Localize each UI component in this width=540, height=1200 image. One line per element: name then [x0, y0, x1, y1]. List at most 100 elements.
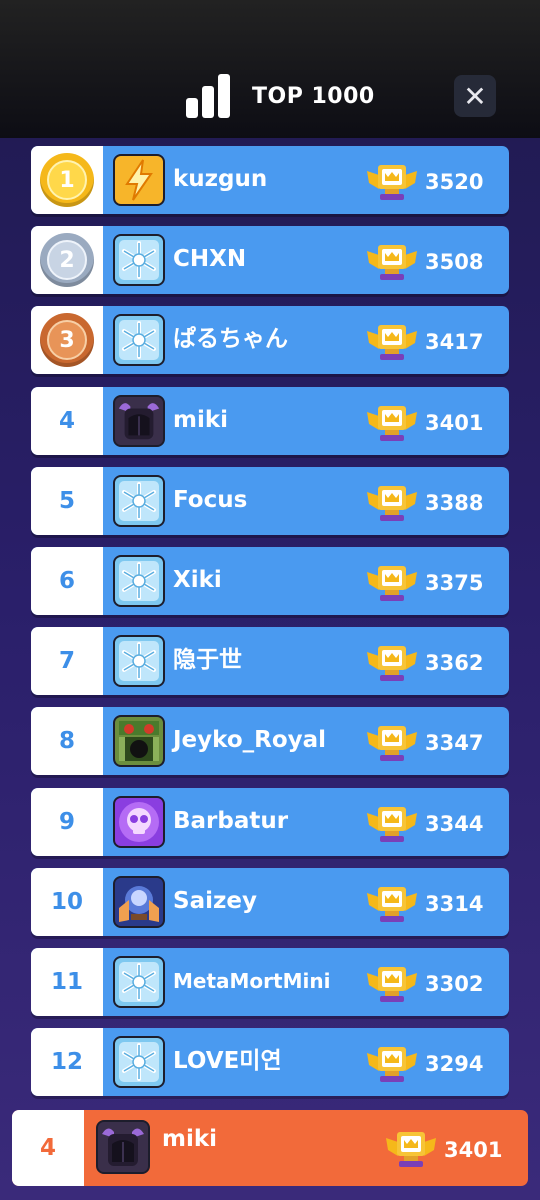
rank-number: 11: [50, 968, 83, 995]
trophy-icon: [367, 325, 417, 361]
dark-creature-icon: [96, 1120, 150, 1174]
leaderboard-row[interactable]: 7 隐于世 3362: [31, 627, 509, 696]
rank-number: 9: [58, 808, 75, 835]
purple-skull-icon: [113, 795, 165, 848]
snowflake-icon: [113, 635, 165, 688]
medal-rank: 3: [47, 320, 87, 361]
dark-creature-icon: [113, 394, 165, 447]
player-name: Jeyko_Royal: [173, 727, 327, 754]
trophy-icon: [367, 646, 417, 682]
leaderboard-list: 1 kuzgun 3520 2 CHXN 3508 3 ぱるちゃん 3417 4…: [31, 146, 509, 1108]
player-name: miki: [173, 406, 229, 433]
rank-box: 2: [31, 226, 103, 295]
trophy-score: 3347: [425, 731, 484, 756]
leaderboard-row[interactable]: 6 Xiki 3375: [31, 546, 509, 615]
page-title: TOP 1000: [252, 83, 375, 109]
trophy-score: 3401: [425, 410, 484, 435]
trophy-icon: [367, 726, 417, 762]
trophy-score: 3314: [425, 891, 484, 916]
player-score: 3401: [444, 1138, 503, 1162]
leaderboard-row[interactable]: 10 Saizey 3314: [31, 867, 509, 936]
rank-box: 6: [31, 546, 103, 615]
title-group: TOP 1000: [186, 72, 375, 120]
leaderboard-row[interactable]: 8 Jeyko_Royal 3347: [31, 707, 509, 776]
trophy-icon: [367, 405, 417, 441]
silver-medal-icon: 2: [40, 233, 94, 288]
close-icon: ✕: [463, 79, 487, 113]
player-name: CHXN: [173, 246, 247, 273]
player-name: kuzgun: [173, 166, 268, 192]
trophy-icon: [386, 1132, 436, 1167]
leaderboard-icon: [186, 74, 230, 118]
trophy-icon: [367, 165, 417, 200]
snowflake-icon: [113, 554, 165, 607]
trophy-icon: [367, 966, 417, 1002]
rank-number: 7: [58, 648, 75, 675]
trophy-icon: [367, 245, 417, 281]
rank-box: 5: [31, 466, 103, 535]
trophy-score: 3388: [425, 490, 484, 515]
rank-number: 8: [58, 728, 75, 755]
player-name: ぱるちゃん: [173, 326, 288, 353]
trophy-score: 3520: [425, 170, 484, 194]
player-rank: 4: [39, 1135, 56, 1161]
leaderboard-row[interactable]: 9 Barbatur 3344: [31, 787, 509, 856]
rank-box: 11: [31, 947, 103, 1016]
rank-box: 7: [31, 627, 103, 696]
trophy-score: 3302: [425, 971, 484, 996]
leaderboard-row[interactable]: 11 MetaMortMini 3302: [31, 947, 509, 1016]
rank-number: 4: [58, 407, 75, 434]
trophy-icon: [367, 806, 417, 842]
trophy-score: 3294: [425, 1052, 484, 1077]
trophy-icon: [367, 485, 417, 521]
leaderboard-row[interactable]: 12 LOVE미연 3294: [31, 1028, 509, 1097]
player-name: Xiki: [173, 566, 222, 593]
rank-number: 6: [58, 567, 75, 594]
leaderboard-row[interactable]: 1 kuzgun 3520: [31, 146, 509, 214]
trophy-score: 3417: [425, 330, 484, 355]
trophy-score: 3375: [425, 570, 484, 595]
leaderboard-row[interactable]: 2 CHXN 3508: [31, 226, 509, 295]
player-name: Focus: [173, 486, 248, 513]
player-name: Saizey: [173, 887, 257, 914]
medal-rank: 2: [47, 240, 87, 281]
trophy-score: 3362: [425, 651, 484, 676]
player-name: MetaMortMini: [173, 968, 331, 993]
close-button[interactable]: ✕: [454, 75, 496, 117]
trophy-score: 3344: [425, 811, 484, 836]
top-bar: TOP 1000 ✕: [0, 0, 540, 138]
current-player-bar[interactable]: 4 miki 3401: [12, 1110, 528, 1186]
green-robot-icon: [113, 715, 165, 768]
orb-icon: [113, 875, 165, 928]
rank-box: 10: [31, 867, 103, 936]
bronze-medal-icon: 3: [40, 313, 94, 368]
snowflake-icon: [113, 474, 165, 527]
snowflake-icon: [113, 955, 165, 1008]
rank-box: 8: [31, 707, 103, 776]
gold-medal-icon: 1: [40, 153, 94, 207]
trophy-icon: [367, 565, 417, 601]
rank-number: 12: [50, 1049, 83, 1076]
rank-number: 5: [58, 487, 75, 514]
rank-number: 10: [50, 888, 83, 915]
leaderboard-row[interactable]: 3 ぱるちゃん 3417: [31, 306, 509, 375]
rank-box: 3: [31, 306, 103, 375]
trophy-score: 3508: [425, 250, 484, 275]
snowflake-icon: [113, 1036, 165, 1089]
lightning-icon: [113, 154, 165, 206]
leaderboard-row[interactable]: 5 Focus 3388: [31, 466, 509, 535]
snowflake-icon: [113, 314, 165, 367]
player-name: LOVE미연: [173, 1048, 282, 1075]
leaderboard-row[interactable]: 4 miki 3401: [31, 386, 509, 455]
player-name: Barbatur: [173, 807, 289, 834]
snowflake-icon: [113, 234, 165, 287]
player-rank-box: 4: [12, 1110, 84, 1186]
rank-box: 1: [31, 146, 103, 214]
player-name: miki: [162, 1126, 218, 1152]
player-name: 隐于世: [173, 647, 242, 674]
trophy-icon: [367, 1047, 417, 1083]
medal-rank: 1: [47, 160, 87, 200]
rank-box: 12: [31, 1028, 103, 1097]
rank-box: 4: [31, 386, 103, 455]
rank-box: 9: [31, 787, 103, 856]
